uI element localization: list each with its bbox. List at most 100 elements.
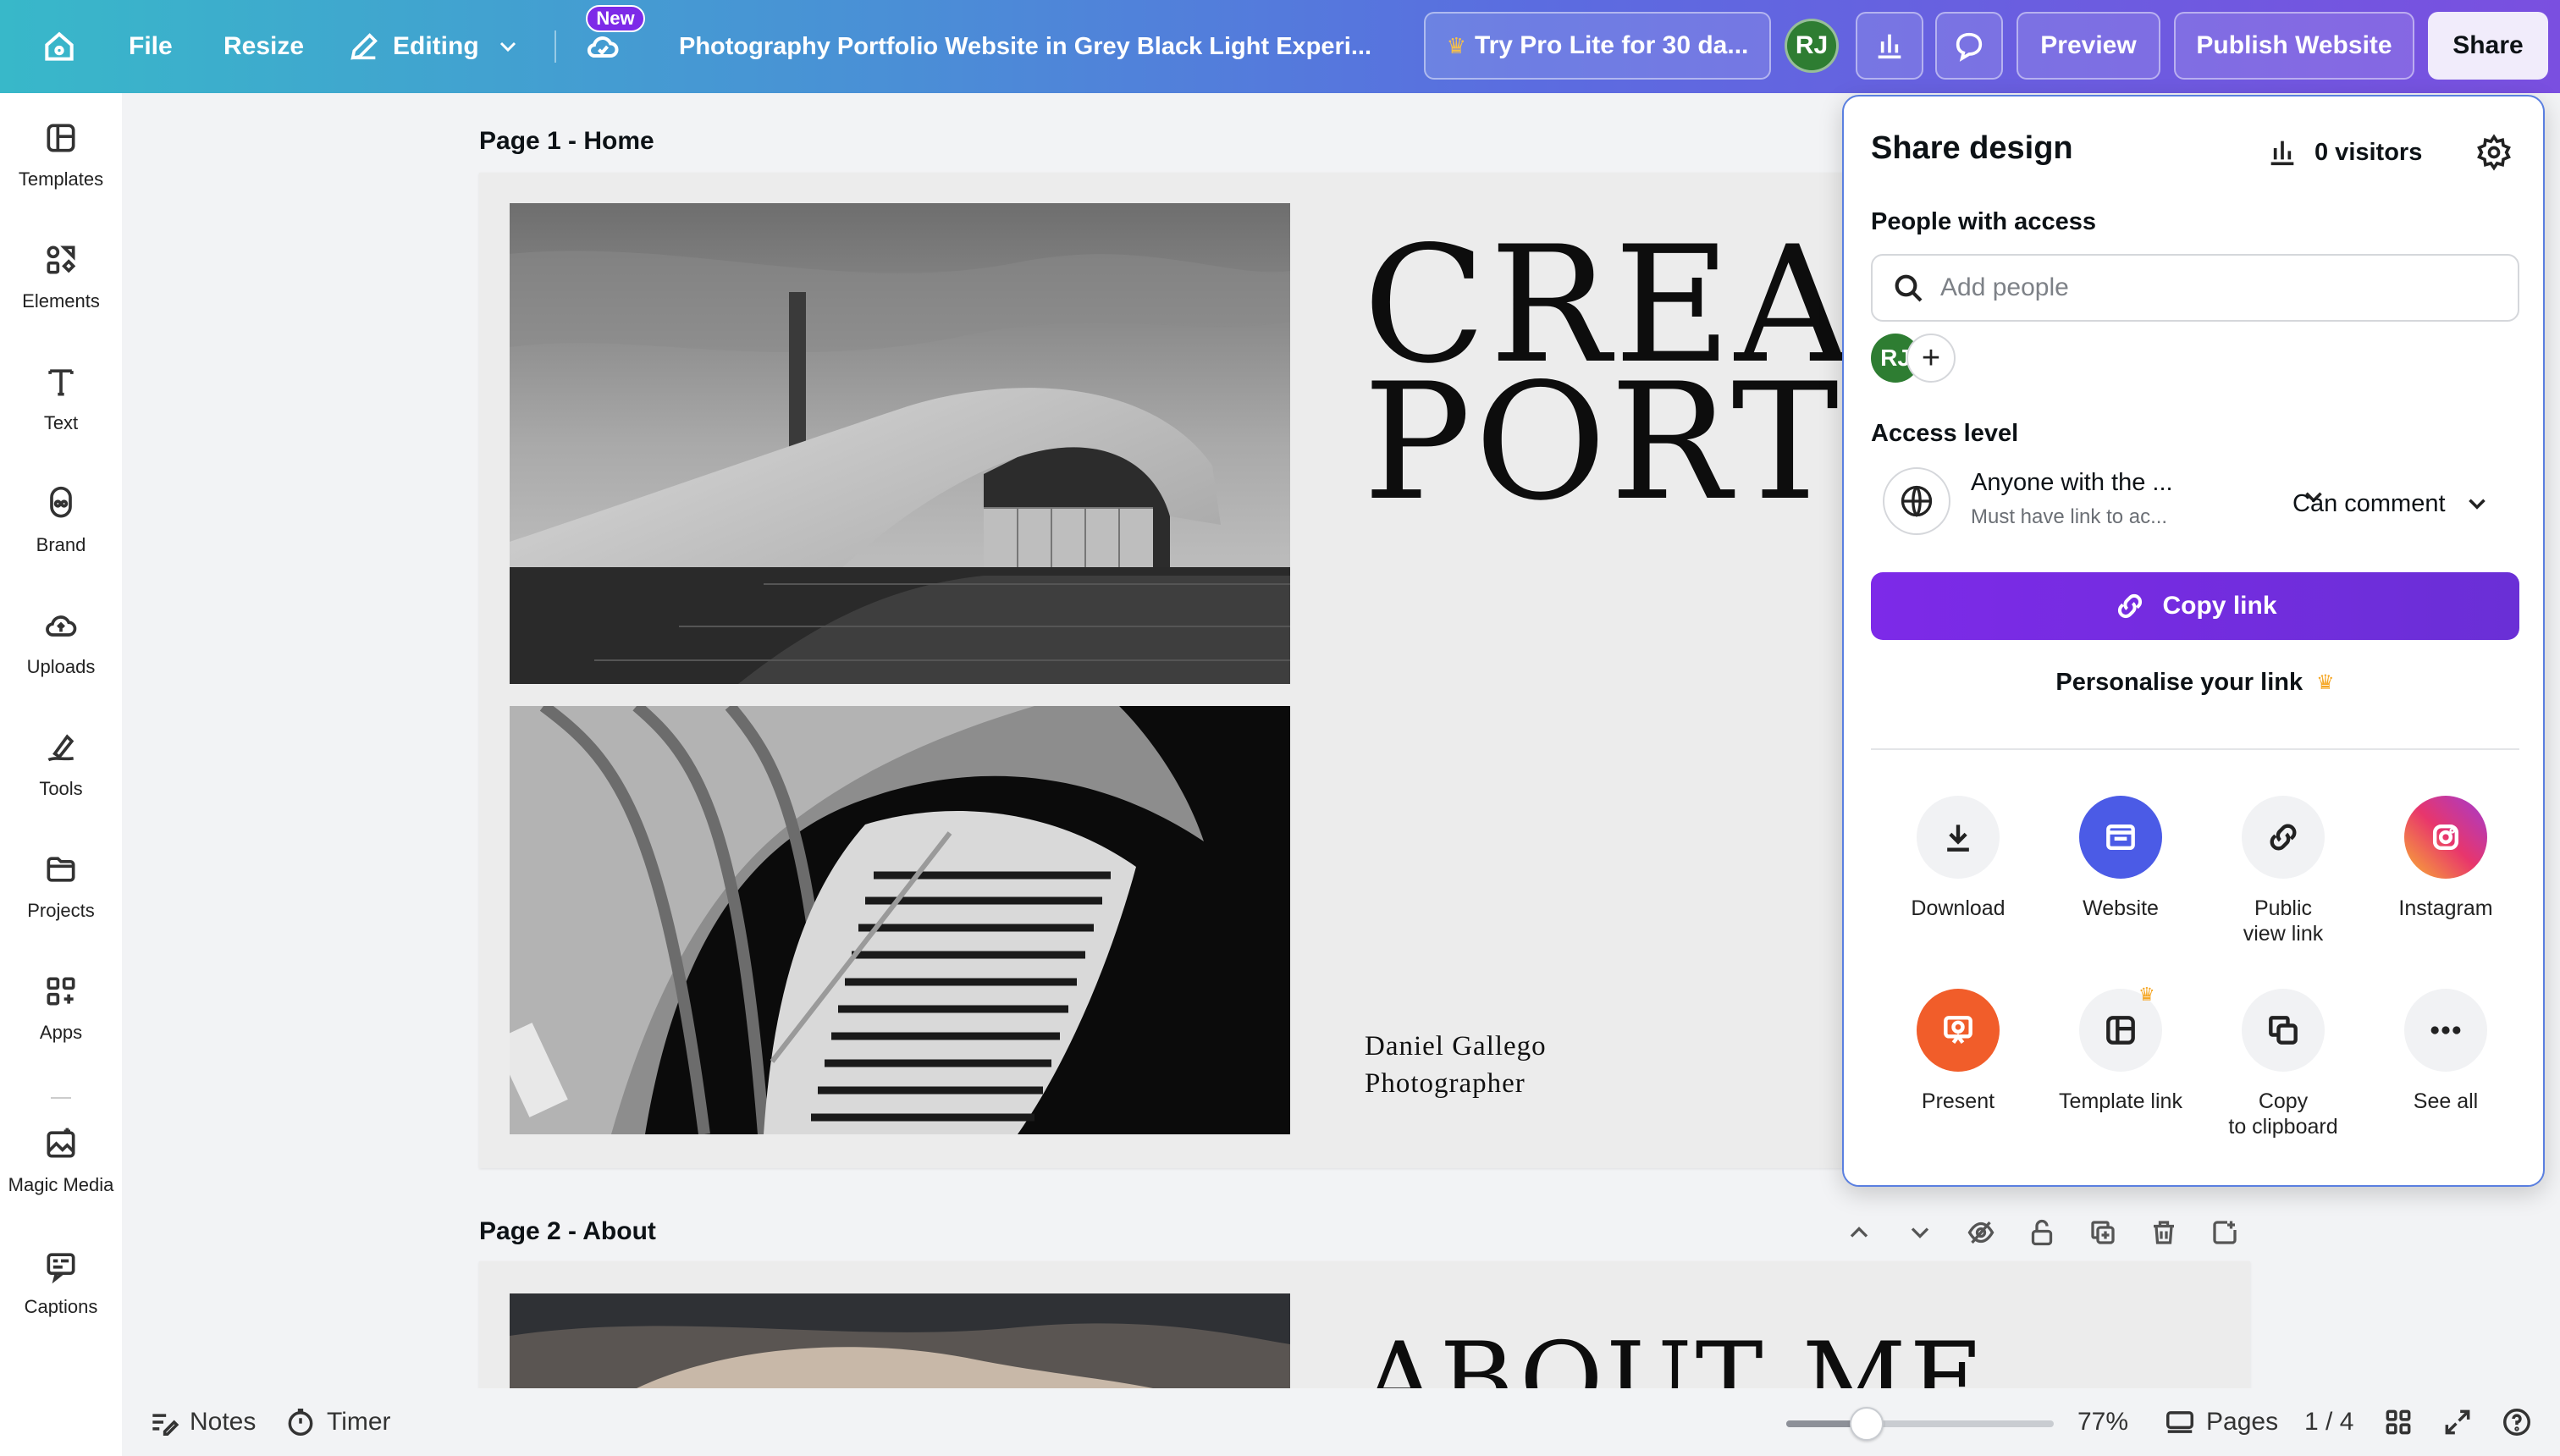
magic-media-icon — [47, 1128, 75, 1158]
upload-cloud-icon — [46, 615, 77, 637]
sidebar-item-label: Templates — [18, 168, 104, 190]
page-2-canvas[interactable]: ABOUT ME — [479, 1261, 2250, 1388]
pro-trial-button[interactable]: ♛ Try Pro Lite for 30 da... — [1424, 12, 1771, 80]
chevron-down-icon[interactable] — [1905, 1217, 1935, 1248]
pencil-icon — [347, 30, 381, 63]
credit-role[interactable]: Photographer — [1365, 1065, 1526, 1102]
copy-link-label: Copy link — [2162, 592, 2277, 620]
avatar[interactable]: RJ — [1785, 19, 1839, 73]
help-icon[interactable] — [2501, 1388, 2533, 1456]
settings-gear-icon[interactable] — [2475, 134, 2513, 175]
share-design-panel: Share design 0 visitors People with acce… — [1842, 95, 2545, 1187]
staircase-photo[interactable] — [510, 706, 1290, 1134]
notes-icon — [147, 1406, 179, 1438]
add-people-input[interactable]: Add people — [1871, 254, 2519, 322]
credit-name[interactable]: Daniel Gallego — [1365, 1028, 1547, 1065]
sidebar-item-label: Magic Media — [8, 1174, 114, 1195]
top-bar: File Resize Editing New Photography Port… — [0, 0, 2560, 93]
page-2-heading[interactable]: ABOUT ME — [1363, 1312, 1987, 1388]
page-2-label: Page 2 - About — [479, 1217, 656, 1245]
sidebar-item-uploads[interactable]: Uploads — [0, 587, 122, 698]
captions-icon — [47, 1253, 75, 1284]
timer-button[interactable]: Timer — [284, 1388, 391, 1456]
chevron-up-icon[interactable] — [1844, 1217, 1874, 1248]
sidebar-item-tools[interactable]: Tools — [0, 709, 122, 819]
access-scope-dropdown[interactable]: Anyone with the ... Must have link to ac… — [1971, 469, 2335, 537]
duplicate-page-icon[interactable] — [2088, 1217, 2118, 1248]
timer-icon — [284, 1406, 317, 1438]
zoom-level[interactable]: 77% — [2077, 1388, 2128, 1456]
sidebar-item-elements[interactable]: Elements — [0, 222, 122, 332]
website-icon — [2079, 796, 2162, 879]
share-option-see-all[interactable]: See all — [2365, 989, 2526, 1114]
sidebar-item-apps[interactable]: Apps — [0, 953, 122, 1063]
apps-icon — [47, 977, 75, 1006]
hide-page-icon[interactable] — [1966, 1217, 1996, 1248]
share-option-public-view-link[interactable]: Public view link — [2203, 796, 2364, 946]
templates-icon — [47, 124, 75, 152]
share-option-label: Public view link — [2243, 896, 2324, 946]
sidebar-item-captions[interactable]: Captions — [0, 1227, 122, 1337]
editing-mode-dropdown[interactable]: Editing — [347, 0, 521, 93]
share-button[interactable]: Share — [2428, 12, 2548, 80]
architecture-photo[interactable] — [510, 203, 1290, 684]
share-option-download[interactable]: Download — [1878, 796, 2039, 921]
visitors-count[interactable]: 0 visitors — [2265, 135, 2422, 169]
add-page-icon[interactable] — [2210, 1217, 2240, 1248]
new-badge: New — [586, 5, 645, 32]
share-option-template-link[interactable]: ♛ Template link — [2040, 984, 2201, 1114]
permission-label: Can comment — [2292, 489, 2446, 517]
share-option-present[interactable]: Present — [1878, 989, 2039, 1114]
notes-button[interactable]: Notes — [147, 1388, 256, 1456]
sidebar-item-brand[interactable]: Brand — [0, 466, 122, 576]
share-option-website[interactable]: Website — [2040, 796, 2201, 921]
add-collaborator-plus-icon[interactable]: + — [1906, 334, 1956, 383]
pages-button[interactable]: Pages — [2164, 1388, 2278, 1456]
elements-icon — [47, 245, 76, 274]
folder-icon — [47, 857, 75, 882]
personalise-link-label: Personalise your link — [2055, 669, 2303, 696]
zoom-slider-thumb[interactable] — [1849, 1407, 1884, 1441]
crown-icon: ♛ — [2316, 671, 2335, 694]
add-people-placeholder: Add people — [1940, 273, 2069, 301]
globe-icon — [1883, 467, 1950, 535]
notes-label: Notes — [190, 1408, 257, 1436]
insights-button[interactable] — [1856, 12, 1923, 80]
comments-button[interactable] — [1935, 12, 2003, 80]
share-option-instagram[interactable]: Instagram — [2365, 796, 2526, 921]
share-option-copy-to-clipboard[interactable]: Copy to clipboard — [2203, 989, 2364, 1139]
grid-view-icon[interactable] — [2382, 1388, 2414, 1456]
sidebar-item-magic-media[interactable]: Magic Media — [0, 1106, 122, 1216]
share-option-label: See all — [2413, 1089, 2479, 1113]
resize-button[interactable]: Resize — [223, 0, 304, 93]
visitors-label: 0 visitors — [2314, 138, 2423, 166]
permission-dropdown[interactable]: Can comment — [2292, 483, 2521, 525]
delete-page-icon[interactable] — [2149, 1217, 2179, 1248]
zoom-slider[interactable] — [1786, 1407, 2054, 1441]
document-title[interactable]: Photography Portfolio Website in Grey Bl… — [679, 0, 1371, 93]
share-option-label: Copy to clipboard — [2228, 1089, 2338, 1139]
portrait-photo[interactable] — [510, 1293, 1290, 1388]
sidebar-item-label: Captions — [24, 1296, 98, 1317]
page-counter[interactable]: 1 / 4 — [2304, 1388, 2353, 1456]
fullscreen-icon[interactable] — [2441, 1388, 2474, 1456]
preview-button[interactable]: Preview — [2017, 12, 2160, 80]
share-option-label: Present — [1921, 1089, 1995, 1113]
personalise-link-button[interactable]: Personalise your link ♛ — [1844, 669, 2546, 697]
lock-icon[interactable] — [2027, 1217, 2057, 1248]
chevron-down-icon — [494, 33, 521, 60]
file-menu[interactable]: File — [129, 0, 173, 93]
sidebar-item-projects[interactable]: Projects — [0, 831, 122, 941]
instagram-icon — [2404, 796, 2487, 879]
sidebar-item-templates[interactable]: Templates — [0, 100, 122, 210]
copy-link-button[interactable]: Copy link — [1871, 572, 2519, 640]
sidebar-item-label: Apps — [39, 1022, 83, 1043]
bar-chart-icon — [2265, 135, 2299, 169]
page-toolbar — [1844, 1211, 2240, 1255]
publish-website-button[interactable]: Publish Website — [2174, 12, 2414, 80]
home-icon[interactable] — [41, 0, 78, 93]
comment-icon — [1952, 29, 1986, 63]
sidebar-item-label: Uploads — [26, 656, 96, 677]
sidebar-item-text[interactable]: Text — [0, 344, 122, 454]
editing-label: Editing — [393, 32, 479, 60]
